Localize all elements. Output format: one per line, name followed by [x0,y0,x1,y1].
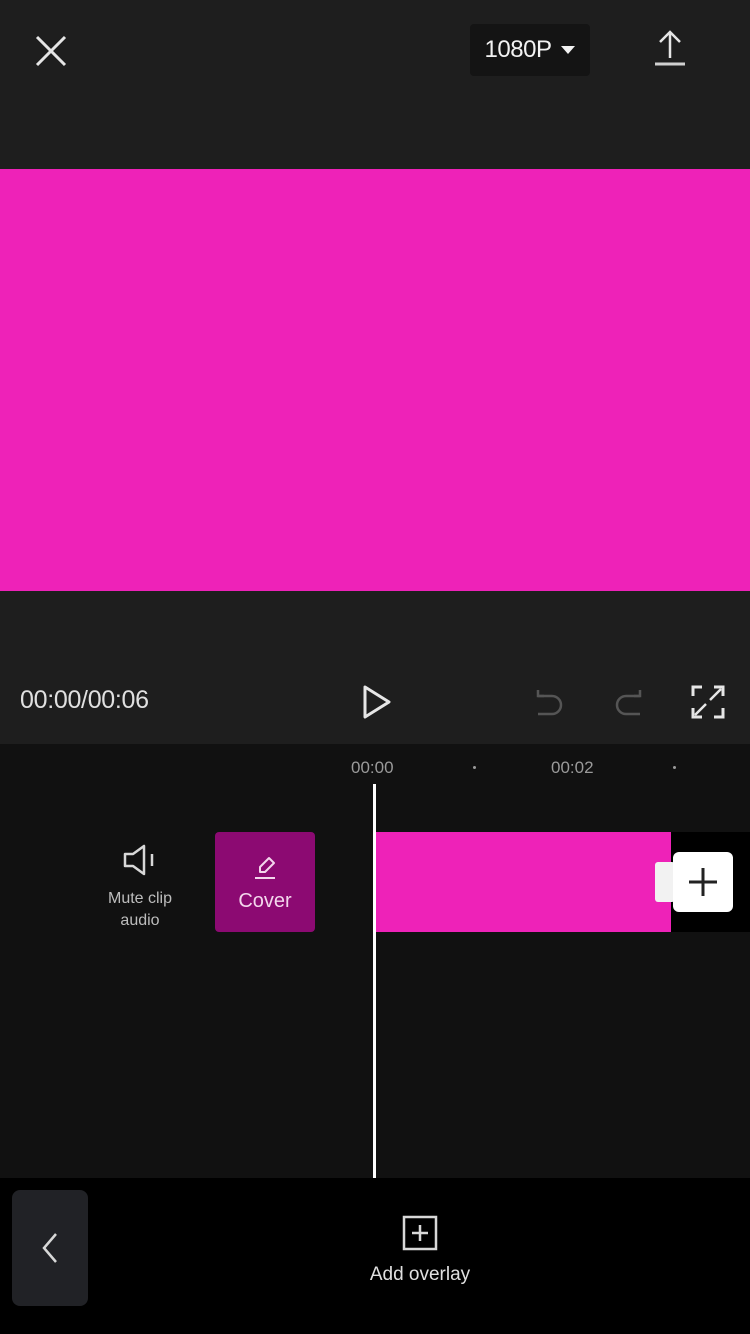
add-overlay-button[interactable]: Add overlay [340,1214,500,1294]
speaker-icon [123,844,154,876]
redo-icon [615,690,642,716]
fullscreen-button[interactable] [688,682,728,722]
play-button[interactable] [356,682,396,722]
caret-down-icon [561,46,576,54]
playhead[interactable] [373,784,376,1178]
top-bar [0,0,750,170]
undo-icon [536,690,563,716]
redo-button[interactable] [610,684,648,720]
mute-label-line: audio [120,912,160,929]
plus-icon [689,868,717,896]
add-overlay-label: Add overlay [369,1264,471,1285]
video-preview[interactable] [0,169,750,591]
timeline-tick-label: 00:00 [351,758,394,777]
mute-clip-audio-button[interactable]: Mute clip audio [96,842,184,942]
timecode: 00:00/00:06 [20,686,149,714]
close-button[interactable] [28,28,74,74]
timeline-tick-label: 00:02 [551,758,594,777]
play-icon [363,685,391,719]
close-icon [35,35,67,67]
add-clip-button[interactable] [673,852,733,912]
fullscreen-icon [691,685,725,719]
mute-label-line: Mute clip [107,890,173,907]
mute-clip-audio-label: Mute clip audio [108,888,172,932]
clip-trim-handle[interactable] [655,862,675,902]
video-clip[interactable] [376,832,671,932]
export-button[interactable] [648,26,692,72]
timeline-tick-dot [673,766,676,769]
cover-label: Cover [238,889,292,912]
resolution-dropdown[interactable]: 1080P [470,24,590,76]
undo-button[interactable] [530,684,568,720]
resolution-label: 1080P [484,36,552,63]
chevron-left-icon [42,1233,57,1263]
export-upload-icon [655,30,685,66]
cover-button[interactable]: Cover [215,832,315,932]
back-button[interactable] [12,1190,88,1306]
timeline-tick-dot [473,766,476,769]
add-overlay-icon [402,1215,438,1251]
edit-pencil-icon [255,856,275,879]
